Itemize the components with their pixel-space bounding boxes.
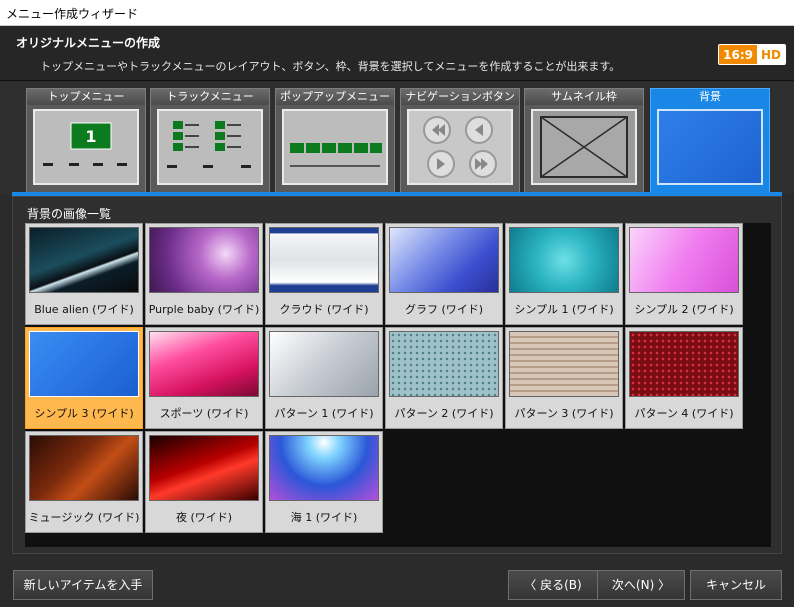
background-tile-simple-1[interactable]: シンプル 1 (ワイド) bbox=[505, 223, 623, 325]
background-tile-pattern-4[interactable]: パターン 4 (ワイド) bbox=[625, 327, 743, 429]
background-tile-music[interactable]: ミュージック (ワイド) bbox=[25, 431, 143, 533]
background-tile-simple-3[interactable]: シンプル 3 (ワイド) bbox=[25, 327, 143, 429]
get-new-items-button[interactable]: 新しいアイテムを入手 bbox=[13, 570, 153, 600]
background-preview bbox=[657, 109, 763, 185]
title-bar: メニュー作成ウィザード bbox=[0, 0, 794, 26]
popup-menu-preview bbox=[282, 109, 388, 185]
thumbnail-frame-preview bbox=[531, 109, 637, 185]
background-thumbnail bbox=[389, 331, 499, 397]
background-label: パターン 2 (ワイド) bbox=[394, 407, 494, 420]
background-label: グラフ (ワイド) bbox=[404, 303, 484, 316]
background-thumbnail bbox=[29, 227, 139, 293]
background-thumbnail bbox=[269, 331, 379, 397]
navigation-buttons-preview bbox=[407, 109, 513, 185]
tab-thumbnail-frame[interactable]: サムネイル枠 bbox=[524, 88, 644, 192]
background-thumbnail bbox=[269, 435, 379, 501]
track-menu-preview bbox=[157, 109, 263, 185]
background-thumbnail bbox=[29, 331, 139, 397]
background-thumbnail bbox=[629, 227, 739, 293]
back-button[interactable]: 〈 戻る(B) bbox=[508, 570, 598, 600]
background-tile-purple-baby[interactable]: Purple baby (ワイド) bbox=[145, 223, 263, 325]
panel-title: 背景の画像一覧 bbox=[27, 207, 112, 221]
background-label: パターン 1 (ワイド) bbox=[274, 407, 374, 420]
background-label: パターン 4 (ワイド) bbox=[634, 407, 734, 420]
aspect-ratio-label: 16:9 bbox=[719, 45, 757, 64]
background-tile-pattern-2[interactable]: パターン 2 (ワイド) bbox=[385, 327, 503, 429]
background-label: シンプル 3 (ワイド) bbox=[34, 407, 134, 420]
background-label: Blue alien (ワイド) bbox=[34, 303, 134, 316]
background-thumbnail bbox=[509, 331, 619, 397]
hd-badge: 16:9 HD bbox=[718, 44, 786, 65]
background-label: シンプル 1 (ワイド) bbox=[514, 303, 614, 316]
background-tile-blue-alien[interactable]: Blue alien (ワイド) bbox=[25, 223, 143, 325]
background-label: パターン 3 (ワイド) bbox=[514, 407, 614, 420]
tab-top-menu[interactable]: トップメニュー 1 bbox=[26, 88, 146, 192]
background-panel: 背景の画像一覧 Blue alien (ワイド) Purple baby (ワイ… bbox=[12, 196, 782, 554]
next-button[interactable]: 次へ(N) 〉 bbox=[597, 570, 685, 600]
tab-label: ポップアップメニュー bbox=[276, 89, 394, 105]
tab-label: 背景 bbox=[651, 89, 769, 105]
background-tile-sea-1[interactable]: 海 1 (ワイド) bbox=[265, 431, 383, 533]
tab-label: トップメニュー bbox=[27, 89, 145, 105]
background-label: クラウド (ワイド) bbox=[279, 303, 369, 316]
background-tile-graph[interactable]: グラフ (ワイド) bbox=[385, 223, 503, 325]
header-description: トップメニューやトラックメニューのレイアウト、ボタン、枠、背景を選択してメニュー… bbox=[40, 60, 621, 73]
background-label: 夜 (ワイド) bbox=[175, 511, 233, 524]
background-label: ミュージック (ワイド) bbox=[28, 511, 140, 524]
background-thumbnail bbox=[149, 331, 259, 397]
tab-label: サムネイル枠 bbox=[525, 89, 643, 105]
tab-navigation-buttons[interactable]: ナビゲーションボタン bbox=[400, 88, 520, 192]
background-label: スポーツ (ワイド) bbox=[159, 407, 249, 420]
background-thumbnail bbox=[389, 227, 499, 293]
background-thumbnail bbox=[149, 227, 259, 293]
tab-background[interactable]: 背景 bbox=[650, 88, 770, 192]
background-tile-cloud[interactable]: クラウド (ワイド) bbox=[265, 223, 383, 325]
background-tile-pattern-1[interactable]: パターン 1 (ワイド) bbox=[265, 327, 383, 429]
background-thumbnail bbox=[29, 435, 139, 501]
cancel-button[interactable]: キャンセル bbox=[690, 570, 782, 600]
header-title: オリジナルメニューの作成 bbox=[16, 36, 161, 50]
background-thumbnail bbox=[629, 331, 739, 397]
background-tile-simple-2[interactable]: シンプル 2 (ワイド) bbox=[625, 223, 743, 325]
background-thumbnail bbox=[269, 227, 379, 293]
hd-label: HD bbox=[756, 45, 785, 64]
background-label: 海 1 (ワイド) bbox=[290, 511, 358, 524]
tab-label: トラックメニュー bbox=[151, 89, 269, 105]
svg-text:1: 1 bbox=[85, 127, 96, 146]
background-label: Purple baby (ワイド) bbox=[148, 303, 260, 316]
background-tile-pattern-3[interactable]: パターン 3 (ワイド) bbox=[505, 327, 623, 429]
background-tile-sports[interactable]: スポーツ (ワイド) bbox=[145, 327, 263, 429]
background-grid: Blue alien (ワイド) Purple baby (ワイド) クラウド … bbox=[25, 223, 771, 547]
background-tile-night[interactable]: 夜 (ワイド) bbox=[145, 431, 263, 533]
background-label: シンプル 2 (ワイド) bbox=[634, 303, 734, 316]
top-menu-preview: 1 bbox=[33, 109, 139, 185]
wizard-footer: 新しいアイテムを入手 〈 戻る(B) 次へ(N) 〉 キャンセル bbox=[0, 556, 794, 607]
tab-track-menu[interactable]: トラックメニュー bbox=[150, 88, 270, 192]
tab-strip: トップメニュー 1 トラックメニュー ポップアップメニュー ナビゲーションボタン… bbox=[0, 82, 794, 194]
wizard-header: オリジナルメニューの作成 トップメニューやトラックメニューのレイアウト、ボタン、… bbox=[0, 26, 794, 81]
tab-popup-menu[interactable]: ポップアップメニュー bbox=[275, 88, 395, 192]
tab-label: ナビゲーションボタン bbox=[401, 89, 519, 105]
window-title: メニュー作成ウィザード bbox=[6, 7, 139, 21]
background-thumbnail bbox=[149, 435, 259, 501]
background-thumbnail bbox=[509, 227, 619, 293]
